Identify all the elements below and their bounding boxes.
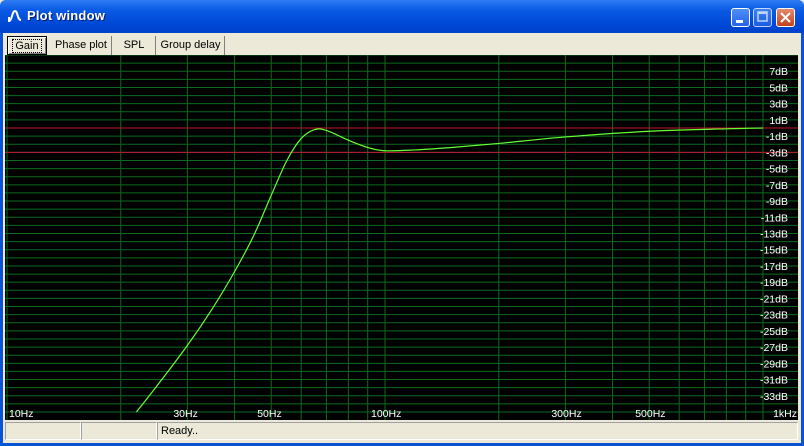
maximize-button[interactable] [753,8,772,27]
status-pane-1 [5,422,81,440]
tab-phase-plot[interactable]: Phase plot [51,36,112,55]
window-title: Plot window [27,8,106,23]
y-tick-label: -7dB [766,180,788,192]
maximize-icon [757,11,768,22]
y-tick-label: -15dB [760,245,788,257]
y-tick-label: -13dB [760,229,788,241]
y-tick-label: 5dB [769,82,788,94]
status-pane-3: Ready.. [157,422,798,440]
minimize-icon [736,20,743,23]
y-tick-label: 1dB [769,115,788,127]
minimize-button[interactable] [731,8,750,27]
plot-window: Plot window Gain Phase plot SPL Group de… [0,0,804,446]
y-tick-label: -19dB [760,277,788,289]
status-pane-2 [81,422,157,440]
x-tick-label: 30Hz [173,408,198,420]
y-tick-label: -11dB [761,212,788,224]
tab-group-delay[interactable]: Group delay [157,36,225,55]
x-tick-label: 1kHz [773,408,797,420]
gain-curve [135,127,764,413]
close-icon [780,12,791,23]
y-tick-label: -1dB [766,131,788,143]
client-area: Gain Phase plot SPL Group delay 7dB 5dB 3d… [3,33,801,443]
y-tick-label: -21dB [760,293,788,305]
y-tick-label: -5dB [766,164,788,176]
tab-gain[interactable]: Gain [7,36,47,55]
y-tick-label: -25dB [760,326,788,338]
y-tick-label: -23dB [760,310,788,322]
gain-plot[interactable]: 7dB 5dB 3dB 1dB -1dB -3dB -5dB -7dB -9dB -11dB -13… [5,54,798,420]
y-tick-label: -3dB [766,147,788,159]
gain-chart: 7dB 5dB 3dB 1dB -1dB -3dB -5dB -7dB -9dB -11dB -13… [5,54,798,420]
tab-gain-label: Gain [12,39,42,53]
y-tick-label: -33dB [760,391,788,403]
wave-icon [8,9,22,22]
y-tick-label: -17dB [760,261,788,273]
tab-spl[interactable]: SPL [113,36,156,55]
close-button[interactable] [776,8,795,27]
y-tick-label: -9dB [766,196,788,208]
y-tick-label: -27dB [760,342,788,354]
x-tick-label: 100Hz [371,408,401,420]
x-tick-label: 500Hz [635,408,665,420]
x-tick-label: 50Hz [257,408,282,420]
y-tick-label: 7dB [769,66,788,78]
y-tick-label: -31dB [760,375,788,387]
status-bar: Ready.. [5,422,798,441]
y-tick-label: 3dB [769,99,788,111]
x-tick-label: 10Hz [9,408,34,420]
y-tick-label: -29dB [760,358,788,370]
title-bar[interactable]: Plot window [0,0,804,33]
x-tick-label: 300Hz [551,408,581,420]
